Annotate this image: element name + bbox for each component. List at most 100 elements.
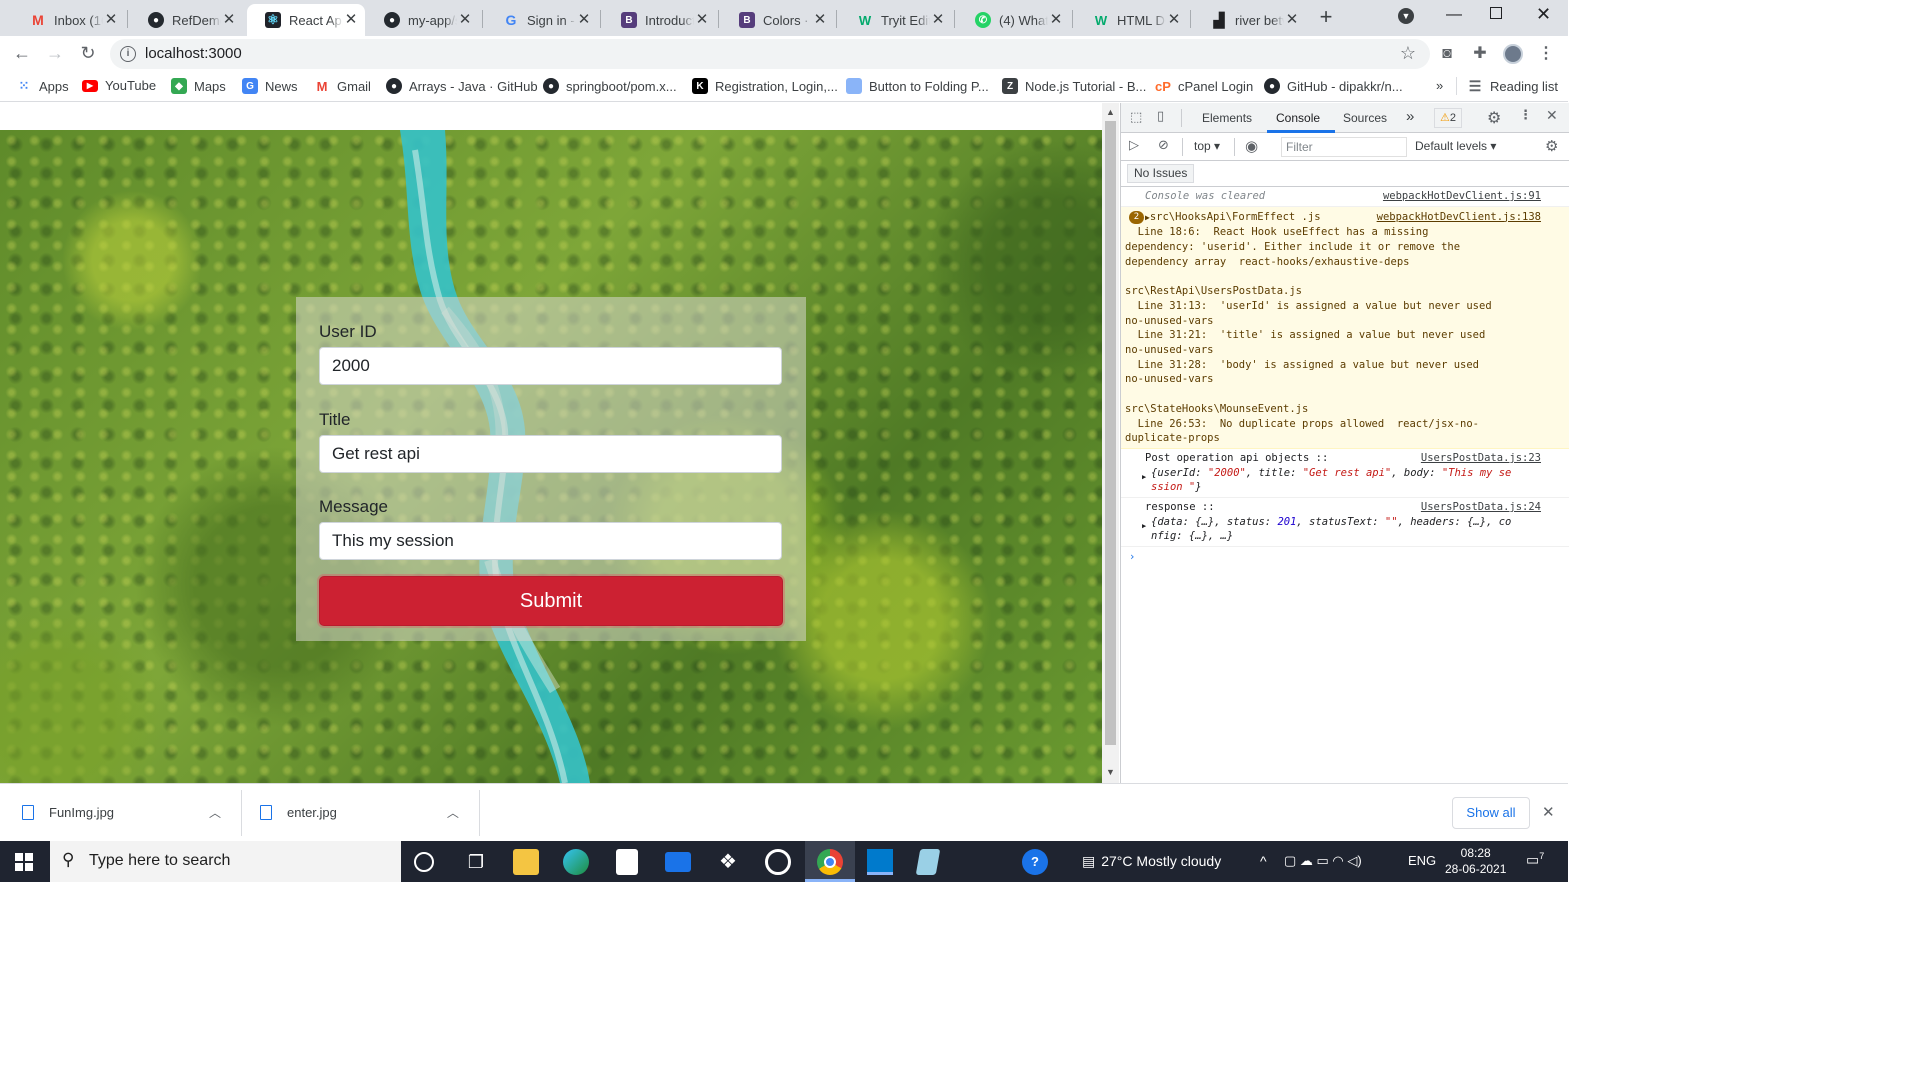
source-link[interactable]: UsersPostData.js:24 <box>1421 500 1541 515</box>
object-preview[interactable]: ▶ {userId: "2000", title: "Get rest api",… <box>1142 466 1541 495</box>
tray-expand-chevron-icon[interactable]: ^ <box>1260 853 1267 869</box>
console-warning[interactable]: 2 webpackHotDevClient.js:138 ▶src\HooksA… <box>1121 206 1569 449</box>
extensions-puzzle-icon[interactable]: ✚ <box>1471 45 1489 63</box>
taskbar-search[interactable]: ⚲ Type here to search <box>50 841 401 882</box>
tab-react-app[interactable]: ⚛ React App ✕ <box>247 4 365 36</box>
bookmark-apps[interactable]: ⁙ Apps <box>16 78 69 94</box>
chevron-up-icon[interactable]: ︿ <box>209 804 221 821</box>
devtools-menu-icon[interactable]: ⋮ <box>1519 108 1532 123</box>
devtools-close-icon[interactable]: ✕ <box>1546 108 1558 124</box>
device-toolbar-icon[interactable]: ▯ <box>1157 109 1164 124</box>
live-expression-eye-icon[interactable]: ◉ <box>1245 137 1258 155</box>
maximize-icon[interactable] <box>1490 7 1502 19</box>
download-item[interactable]: enter.jpg ︿ <box>260 804 459 821</box>
source-link[interactable]: webpackHotDevClient.js:91 <box>1383 189 1541 204</box>
bookmark-github-dipakkr[interactable]: ● GitHub - dipakkr/n... <box>1264 78 1403 94</box>
close-icon[interactable]: ✕ <box>343 12 359 28</box>
console-log-post[interactable]: Post operation api objects :: UsersPostD… <box>1121 449 1569 499</box>
cortana-icon[interactable] <box>414 852 434 872</box>
tab-introduction[interactable]: B Introducti ✕ <box>603 4 716 36</box>
close-icon[interactable]: ✕ <box>930 12 946 28</box>
tab-html-dom[interactable]: W HTML DO ✕ <box>1075 4 1188 36</box>
inspect-element-icon[interactable]: ⬚ <box>1130 110 1142 125</box>
bookmark-button-folding[interactable]: Button to Folding P... <box>846 78 989 94</box>
notepad-icon[interactable] <box>915 849 941 875</box>
tab-whatsapp[interactable]: ✆ (4) WhatsA ✕ <box>957 4 1070 36</box>
no-issues-button[interactable]: No Issues <box>1127 164 1195 183</box>
tab-tryit-editor[interactable]: W Tryit Edito ✕ <box>839 4 952 36</box>
message-input[interactable]: This my session <box>319 522 782 560</box>
github-desktop-icon[interactable] <box>765 849 791 875</box>
tab-refdemo[interactable]: ● RefDemo ✕ <box>130 4 243 36</box>
reading-list-button[interactable]: ☰ Reading list <box>1467 78 1558 94</box>
kebab-menu-icon[interactable]: ⋮ <box>1537 45 1555 63</box>
console-prompt[interactable]: › <box>1121 547 1569 563</box>
bookmark-maps[interactable]: ◆ Maps <box>171 78 226 94</box>
windows-start-icon[interactable] <box>15 853 33 871</box>
vscode-icon[interactable] <box>867 849 893 875</box>
devtools-tab-sources[interactable]: Sources <box>1343 111 1387 125</box>
source-link[interactable]: UsersPostData.js:23 <box>1421 451 1541 466</box>
camera-icon[interactable]: ◙ <box>1438 45 1456 63</box>
devtools-tab-elements[interactable]: Elements <box>1202 111 1252 125</box>
minimize-icon[interactable]: — <box>1446 6 1462 24</box>
userid-input[interactable]: 2000 <box>319 347 782 385</box>
clear-console-icon[interactable]: ⊘ <box>1158 138 1169 153</box>
task-view-icon[interactable]: ❐ <box>463 849 489 875</box>
bookmark-gmail[interactable]: M Gmail <box>314 78 371 94</box>
tab-colors[interactable]: B Colors · B ✕ <box>721 4 834 36</box>
context-selector[interactable]: top ▾ <box>1194 139 1220 153</box>
settings-gear-icon[interactable]: ⚙ <box>1487 108 1501 127</box>
close-icon[interactable]: ✕ <box>694 12 710 28</box>
download-item[interactable]: FunImg.jpg ︿ <box>22 804 221 821</box>
close-icon[interactable]: ✕ <box>103 12 119 28</box>
clock[interactable]: 08:28 28-06-2021 <box>1445 845 1506 877</box>
bookmark-cpanel[interactable]: cP cPanel Login <box>1155 78 1253 94</box>
warnings-counter[interactable]: ⚠2 <box>1434 108 1462 128</box>
close-icon[interactable]: ✕ <box>457 12 473 28</box>
object-preview[interactable]: ▶ {data: {…}, status: 201, statusText: ""… <box>1142 515 1541 544</box>
devtools-tab-console[interactable]: Console <box>1276 111 1320 125</box>
bookmark-star-icon[interactable]: ☆ <box>1400 43 1416 64</box>
close-icon[interactable]: ✕ <box>1166 12 1182 28</box>
avatar[interactable] <box>1503 44 1523 64</box>
close-icon[interactable]: ✕ <box>812 12 828 28</box>
tab-gmail[interactable]: M Inbox (16 ✕ <box>12 4 125 36</box>
source-link[interactable]: webpackHotDevClient.js:138 <box>1377 210 1541 225</box>
close-icon[interactable]: ✕ <box>576 12 592 28</box>
back-arrow-icon[interactable]: ← <box>10 41 34 65</box>
close-icon[interactable]: ✕ <box>1048 12 1064 28</box>
expand-triangle-icon[interactable]: ▶ <box>1142 470 1146 485</box>
window-close-icon[interactable]: ✕ <box>1536 4 1551 25</box>
store-icon[interactable] <box>616 849 638 875</box>
bookmark-nodejs[interactable]: Z Node.js Tutorial - B... <box>1002 78 1146 94</box>
new-tab-button[interactable]: + <box>1315 6 1337 28</box>
close-downloads-icon[interactable]: ✕ <box>1542 803 1555 821</box>
mail-icon[interactable] <box>665 852 691 872</box>
notification-center-icon[interactable]: ▭7 <box>1526 851 1544 869</box>
console-settings-gear-icon[interactable]: ⚙ <box>1545 137 1558 155</box>
file-explorer-icon[interactable] <box>513 849 539 875</box>
dropbox-icon[interactable]: ❖ <box>715 849 741 875</box>
bookmark-registration[interactable]: K Registration, Login,... <box>692 78 838 94</box>
scroll-up-arrow-icon[interactable]: ▲ <box>1106 107 1115 117</box>
bookmark-youtube[interactable]: ▶ YouTube <box>82 78 156 93</box>
chevron-up-icon[interactable]: ︿ <box>447 804 459 821</box>
forward-arrow-icon[interactable]: → <box>43 41 67 65</box>
more-bookmarks-chevron-icon[interactable]: » <box>1436 78 1443 93</box>
edge-icon[interactable] <box>563 849 589 875</box>
scroll-down-arrow-icon[interactable]: ▼ <box>1106 767 1115 777</box>
weather-widget[interactable]: ▤ 27°C Mostly cloudy <box>1082 853 1221 870</box>
expand-triangle-icon[interactable]: ▶ <box>1142 519 1146 534</box>
console-log-response[interactable]: response :: UsersPostData.js:24 ▶ {data: … <box>1121 498 1569 548</box>
page-scrollbar[interactable]: ▲ ▼ <box>1102 103 1119 783</box>
tab-search-icon[interactable]: ▼ <box>1398 8 1414 24</box>
tab-river[interactable]: ▟ river betw ✕ <box>1193 4 1306 36</box>
chrome-taskbar-active[interactable] <box>805 841 855 882</box>
reload-icon[interactable]: ↻ <box>76 41 100 65</box>
submit-button[interactable]: Submit <box>319 576 783 626</box>
tab-my-app[interactable]: ● my-app/s ✕ <box>366 4 479 36</box>
sidebar-toggle-icon[interactable]: ▷ <box>1129 138 1139 153</box>
url-text[interactable]: localhost:3000 <box>145 45 242 62</box>
tray-icons[interactable]: ▢ ☁ ▭ ◠ ◁) <box>1284 853 1362 869</box>
